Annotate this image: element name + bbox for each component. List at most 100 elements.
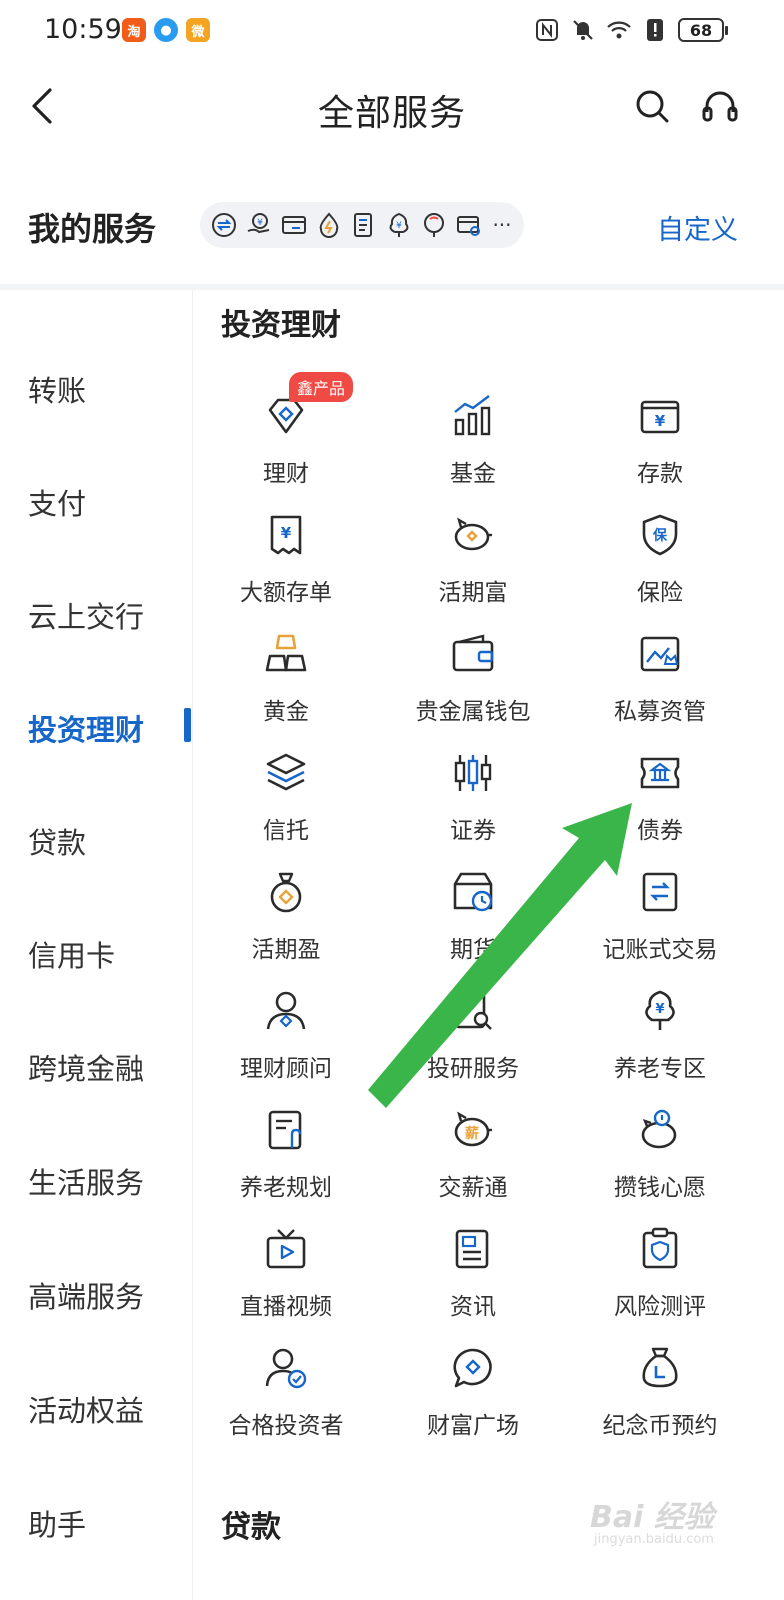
customize-button[interactable]: 自定义 bbox=[657, 208, 738, 247]
status-indicators: 68 bbox=[534, 17, 728, 43]
bond-bank-icon bbox=[640, 757, 680, 789]
nfc-icon bbox=[536, 19, 558, 41]
sidebar-item-credit-card[interactable]: 信用卡 bbox=[28, 933, 115, 975]
service-item-label: 直播视频 bbox=[240, 1294, 332, 1320]
sidebar-item-life-services[interactable]: 生活服务 bbox=[28, 1160, 144, 1202]
layers-icon bbox=[266, 753, 306, 791]
card-mini-icon[interactable] bbox=[280, 211, 308, 239]
savings-wish-icon bbox=[641, 1109, 677, 1149]
pension-tree-icon: ¥ bbox=[645, 990, 675, 1030]
certificate-icon: ¥ bbox=[270, 515, 302, 555]
wallet-icon bbox=[452, 634, 494, 672]
service-item[interactable]: ¥ 存款 bbox=[567, 394, 753, 494]
utility-drop-mini-icon[interactable] bbox=[315, 211, 343, 239]
money-bag-icon bbox=[270, 872, 302, 913]
service-item[interactable]: ¥ 养老专区 bbox=[567, 989, 753, 1089]
service-item[interactable]: 纪念币预约 bbox=[567, 1346, 753, 1446]
service-item[interactable]: 薪 交薪通 bbox=[380, 1108, 566, 1208]
my-services-title: 我的服务 bbox=[28, 210, 157, 248]
service-item[interactable]: 私募资管 bbox=[567, 632, 753, 732]
service-item[interactable]: ¥ 大额存单 bbox=[193, 513, 379, 613]
status-time: 10:59 bbox=[44, 14, 122, 45]
wifi-icon bbox=[607, 21, 631, 39]
service-item-label: 存款 bbox=[637, 461, 683, 487]
sidebar-item-investment[interactable]: 投资理财 bbox=[28, 707, 144, 749]
risk-assessment-icon bbox=[642, 1227, 678, 1269]
service-item[interactable]: 投研服务 bbox=[380, 989, 566, 1089]
card-link-mini-icon[interactable] bbox=[455, 211, 483, 239]
service-item[interactable]: 理财顾问 bbox=[193, 989, 379, 1089]
service-item[interactable]: 保 保险 bbox=[567, 513, 753, 613]
service-item[interactable]: 信托 bbox=[193, 751, 379, 851]
gold-bars-icon bbox=[265, 634, 307, 672]
watermark-text: Bai 经验 bbox=[590, 1500, 714, 1535]
service-item[interactable]: 直播视频 bbox=[193, 1227, 379, 1327]
sidebar-item-assistant[interactable]: 助手 bbox=[28, 1502, 86, 1544]
service-item[interactable]: 黄金 bbox=[193, 632, 379, 732]
sidebar-item-premium[interactable]: 高端服务 bbox=[28, 1274, 144, 1316]
sidebar-item-cloud-bank[interactable]: 云上交行 bbox=[28, 594, 144, 636]
sidebar-item-transfer[interactable]: 转账 bbox=[28, 368, 86, 410]
service-item-label: 攒钱心愿 bbox=[614, 1175, 706, 1201]
service-item-label: 风险测评 bbox=[614, 1294, 706, 1320]
service-item-label: 信托 bbox=[263, 818, 309, 844]
sidebar-item-payment[interactable]: 支付 bbox=[28, 481, 86, 523]
taobao-app-icon: 淘 bbox=[122, 18, 146, 42]
section-title-loan: 贷款 bbox=[221, 1510, 281, 1545]
piggy-bank-icon bbox=[454, 517, 492, 551]
news-icon bbox=[455, 1229, 489, 1269]
service-item-label: 理财 bbox=[263, 461, 309, 487]
service-item-label: 养老规划 bbox=[240, 1175, 332, 1201]
sidebar-item-benefits[interactable]: 活动权益 bbox=[28, 1388, 144, 1430]
service-item[interactable]: 活期富 bbox=[380, 513, 566, 613]
futures-clock-icon bbox=[453, 872, 493, 912]
mute-bell-icon bbox=[573, 20, 593, 40]
service-item[interactable]: 债券 bbox=[567, 751, 753, 851]
balloon-mini-icon[interactable] bbox=[420, 211, 448, 239]
service-item[interactable]: 证券 bbox=[380, 751, 566, 851]
insurance-shield-icon: 保 bbox=[642, 514, 678, 556]
service-item[interactable]: 基金 bbox=[380, 394, 566, 494]
browser-app-icon: ● bbox=[154, 18, 178, 42]
status-app-icons: 淘 ● 微 bbox=[122, 18, 210, 42]
service-item-label: 理财顾问 bbox=[240, 1056, 332, 1082]
service-item[interactable]: 期货 bbox=[380, 870, 566, 970]
sidebar-item-cross-border[interactable]: 跨境金融 bbox=[28, 1046, 144, 1088]
search-icon[interactable] bbox=[634, 88, 670, 124]
fund-chart-icon bbox=[454, 395, 491, 436]
service-item[interactable]: 财富广场 bbox=[380, 1346, 566, 1446]
private-fund-icon bbox=[640, 636, 680, 672]
battery-indicator: 68 bbox=[678, 18, 728, 42]
service-item-label: 活期富 bbox=[438, 580, 508, 606]
service-item[interactable]: 记账式交易 bbox=[567, 870, 753, 970]
payment-hand-mini-icon[interactable]: ¥ bbox=[245, 211, 273, 239]
my-services-shortcuts[interactable]: ¥ ¥ ··· bbox=[200, 202, 524, 248]
service-item[interactable]: 风险测评 bbox=[567, 1227, 753, 1327]
service-item[interactable]: 活期盈 bbox=[193, 870, 379, 970]
service-item-label: 基金 bbox=[450, 461, 496, 487]
service-item-label: 纪念币预约 bbox=[602, 1413, 718, 1439]
bill-mini-icon[interactable] bbox=[350, 211, 378, 239]
watermark-url: jingyan.baidu.com bbox=[594, 1532, 714, 1547]
service-item[interactable]: 攒钱心愿 bbox=[567, 1108, 753, 1208]
service-item-label: 资讯 bbox=[450, 1294, 496, 1320]
coin-bag-icon bbox=[642, 1347, 678, 1388]
customer-service-headset-icon[interactable] bbox=[700, 88, 740, 128]
service-item[interactable]: 贵金属钱包 bbox=[380, 632, 566, 732]
transfer-mini-icon[interactable] bbox=[210, 211, 238, 239]
service-item[interactable]: 养老规划 bbox=[193, 1108, 379, 1208]
more-services-button[interactable]: ··· bbox=[490, 213, 514, 237]
research-search-icon bbox=[454, 991, 492, 1030]
sidebar-item-loan[interactable]: 贷款 bbox=[28, 820, 86, 862]
service-item-label: 记账式交易 bbox=[602, 937, 718, 963]
service-item[interactable]: 资讯 bbox=[380, 1227, 566, 1327]
service-item[interactable]: 合格投资者 bbox=[193, 1346, 379, 1446]
tree-mini-icon[interactable]: ¥ bbox=[385, 211, 413, 239]
service-item[interactable]: 鑫产品 理财 bbox=[193, 372, 379, 494]
service-item-label: 大额存单 bbox=[240, 580, 332, 606]
service-item-label: 证券 bbox=[450, 818, 496, 844]
alert-icon bbox=[647, 19, 663, 41]
service-item-label: 保险 bbox=[637, 580, 683, 606]
service-item-label: 私募资管 bbox=[614, 699, 706, 725]
plan-document-icon bbox=[268, 1110, 302, 1150]
